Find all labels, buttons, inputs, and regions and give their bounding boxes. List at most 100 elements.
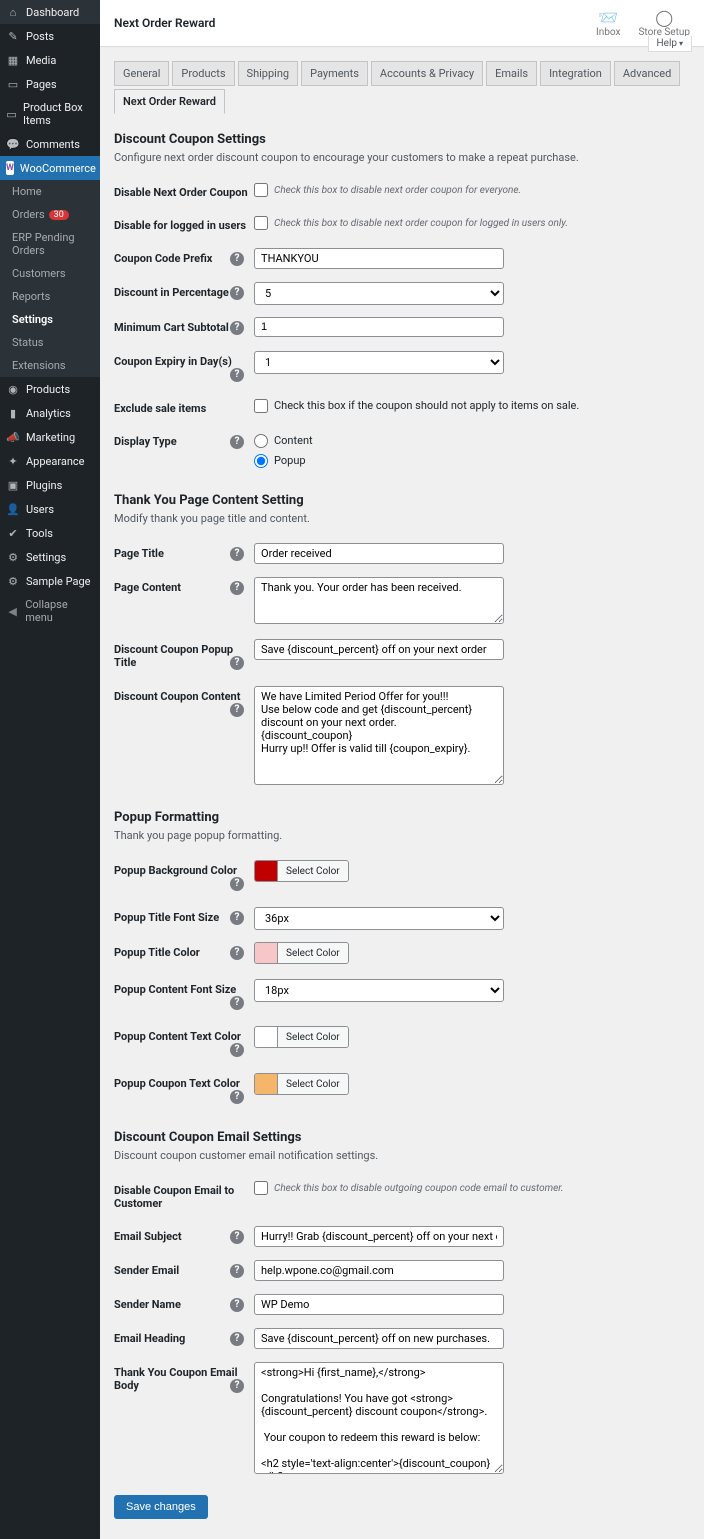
main-content: Next Order Reward 📨Inbox ◯Store Setup He…: [100, 0, 704, 1539]
radio-content[interactable]: [254, 434, 268, 448]
select-color-btn: Select Color: [277, 942, 348, 964]
input-sender-name[interactable]: [254, 1294, 504, 1315]
select-expiry[interactable]: 1: [254, 351, 504, 374]
select-content-size[interactable]: 18px: [254, 979, 504, 1002]
inbox-button[interactable]: 📨Inbox: [596, 8, 620, 38]
checkbox-disable-logged[interactable]: [254, 216, 268, 230]
label-title-size: Popup Title Font Size ?: [114, 901, 254, 936]
input-prefix[interactable]: [254, 248, 504, 269]
tab-advanced[interactable]: Advanced: [614, 61, 680, 86]
topbar: Next Order Reward 📨Inbox ◯Store Setup: [100, 0, 704, 47]
checkbox-exclude[interactable]: [254, 399, 268, 413]
submenu-home[interactable]: Home: [0, 180, 100, 203]
submenu-extensions[interactable]: Extensions: [0, 354, 100, 377]
color-picker-coupon[interactable]: Select Color: [254, 1073, 349, 1095]
input-min-cart[interactable]: [254, 317, 504, 337]
menu-users[interactable]: 👤Users: [0, 497, 100, 521]
input-page-title[interactable]: [254, 543, 504, 564]
menu-label: Appearance: [26, 455, 85, 468]
help-icon[interactable]: ?: [230, 1264, 244, 1278]
menu-marketing[interactable]: 📣Marketing: [0, 425, 100, 449]
menu-media[interactable]: ▦Media: [0, 48, 100, 72]
help-icon[interactable]: ?: [230, 1379, 244, 1393]
tab-emails[interactable]: Emails: [486, 61, 537, 86]
checkbox-disable-email[interactable]: [254, 1181, 268, 1195]
submenu-customers[interactable]: Customers: [0, 262, 100, 285]
select-title-size[interactable]: 36px: [254, 907, 504, 930]
menu-label: Pages: [26, 78, 57, 91]
save-button[interactable]: Save changes: [114, 1495, 208, 1519]
help-icon[interactable]: ?: [230, 321, 244, 335]
menu-analytics[interactable]: ▮Analytics: [0, 401, 100, 425]
menu-label: Plugins: [26, 479, 62, 492]
menu-collapse[interactable]: ◀Collapse menu: [0, 593, 100, 629]
help-icon[interactable]: ?: [230, 1090, 244, 1104]
help-icon[interactable]: ?: [230, 946, 244, 960]
color-picker-content[interactable]: Select Color: [254, 1026, 349, 1048]
hint: Check this box to disable next order cou…: [274, 218, 568, 229]
input-sender-email[interactable]: [254, 1260, 504, 1281]
label-subject: Email Subject ?: [114, 1220, 254, 1254]
tab-products[interactable]: Products: [172, 61, 234, 86]
tab-accounts[interactable]: Accounts & Privacy: [371, 61, 483, 86]
help-icon[interactable]: ?: [230, 286, 244, 300]
textarea-page-content[interactable]: [254, 577, 504, 624]
radio-label: Popup: [274, 454, 306, 467]
checkbox-disable-next[interactable]: [254, 183, 268, 197]
help-icon[interactable]: ?: [230, 1230, 244, 1244]
menu-comments[interactable]: 💬Comments: [0, 132, 100, 156]
submenu-reports[interactable]: Reports: [0, 285, 100, 308]
menu-woocommerce[interactable]: WWooCommerce: [0, 156, 100, 180]
label-page-title: Page Title ?: [114, 537, 254, 571]
menu-posts[interactable]: ✎Posts: [0, 24, 100, 48]
select-percent[interactable]: 5: [254, 282, 504, 305]
textarea-email-body[interactable]: [254, 1362, 504, 1474]
help-icon[interactable]: ?: [230, 1298, 244, 1312]
menu-products[interactable]: ◉Products: [0, 377, 100, 401]
menu-product-box[interactable]: ▭Product Box Items: [0, 96, 100, 132]
menu-appearance[interactable]: ✦Appearance: [0, 449, 100, 473]
menu-dashboard[interactable]: ⌂Dashboard: [0, 0, 100, 24]
tab-shipping[interactable]: Shipping: [238, 61, 299, 86]
help-icon[interactable]: ?: [230, 656, 244, 670]
tab-next-order-reward[interactable]: Next Order Reward: [114, 89, 225, 114]
tab-general[interactable]: General: [114, 61, 169, 86]
menu-plugins[interactable]: ▣Plugins: [0, 473, 100, 497]
section-heading-email: Discount Coupon Email Settings: [114, 1130, 690, 1145]
help-icon[interactable]: ?: [230, 252, 244, 266]
menu-pages[interactable]: ▭Pages: [0, 72, 100, 96]
input-email-heading[interactable]: [254, 1328, 504, 1349]
input-popup-title[interactable]: [254, 639, 504, 660]
orders-badge: 30: [49, 210, 69, 220]
input-subject[interactable]: [254, 1226, 504, 1247]
help-tab[interactable]: Help: [648, 36, 692, 52]
help-icon[interactable]: ?: [230, 1043, 244, 1057]
label-content-size: Popup Content Font Size ?: [114, 973, 254, 1020]
tab-integration[interactable]: Integration: [540, 61, 611, 86]
submenu-erp[interactable]: ERP Pending Orders: [0, 226, 100, 262]
inbox-icon: 📨: [596, 8, 620, 27]
submenu-status[interactable]: Status: [0, 331, 100, 354]
help-icon[interactable]: ?: [230, 581, 244, 595]
store-setup-button[interactable]: ◯Store Setup: [638, 8, 690, 38]
menu-settings[interactable]: ⚙Settings: [0, 545, 100, 569]
textarea-popup-content[interactable]: [254, 686, 504, 785]
users-icon: 👤: [6, 502, 20, 516]
help-icon[interactable]: ?: [230, 703, 244, 717]
help-icon[interactable]: ?: [230, 877, 244, 891]
help-icon[interactable]: ?: [230, 1332, 244, 1346]
help-icon[interactable]: ?: [230, 911, 244, 925]
help-icon[interactable]: ?: [230, 547, 244, 561]
dashboard-icon: ⌂: [6, 5, 20, 19]
tab-payments[interactable]: Payments: [301, 61, 368, 86]
menu-sample-page[interactable]: ⚙Sample Page: [0, 569, 100, 593]
help-icon[interactable]: ?: [230, 368, 244, 382]
help-icon[interactable]: ?: [230, 435, 244, 449]
radio-popup[interactable]: [254, 454, 268, 468]
submenu-settings[interactable]: Settings: [0, 308, 100, 331]
color-picker-title[interactable]: Select Color: [254, 942, 349, 964]
help-icon[interactable]: ?: [230, 996, 244, 1010]
color-picker-bg[interactable]: Select Color: [254, 860, 349, 882]
menu-tools[interactable]: ✔Tools: [0, 521, 100, 545]
submenu-orders[interactable]: Orders30: [0, 203, 100, 226]
